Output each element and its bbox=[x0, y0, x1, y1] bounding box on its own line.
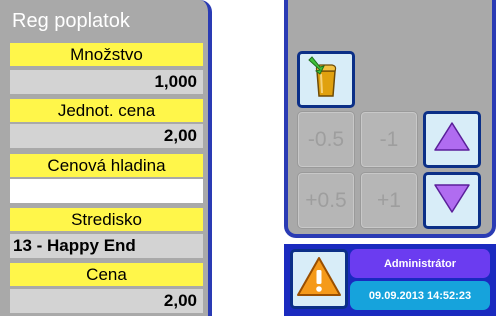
unit-price-field[interactable]: 2,00 bbox=[10, 124, 203, 148]
minus-half-button[interactable]: -0.5 bbox=[297, 111, 355, 168]
price-level-field[interactable] bbox=[10, 179, 203, 203]
datetime-badge: 09.09.2013 14:52:23 bbox=[350, 281, 490, 310]
cost-center-label: Stredisko bbox=[10, 208, 203, 231]
warning-button[interactable] bbox=[290, 249, 348, 309]
scroll-up-button[interactable] bbox=[423, 111, 481, 168]
triangle-up-icon bbox=[433, 121, 471, 158]
plus-one-button[interactable]: +1 bbox=[360, 172, 418, 229]
price-level-label: Cenová hladina bbox=[10, 154, 203, 177]
price-field[interactable]: 2,00 bbox=[10, 289, 203, 313]
fee-form-panel: Reg poplatok Množstvo 1,000 Jednot. cena… bbox=[0, 0, 212, 316]
unit-price-label: Jednot. cena bbox=[10, 99, 203, 122]
triangle-down-icon bbox=[433, 182, 471, 219]
shopping-bag-icon bbox=[306, 55, 346, 104]
quantity-field[interactable]: 1,000 bbox=[10, 70, 203, 94]
scroll-down-button[interactable] bbox=[423, 172, 481, 229]
minus-one-button[interactable]: -1 bbox=[360, 111, 418, 168]
warning-icon bbox=[295, 255, 343, 304]
quantity-label: Množstvo bbox=[10, 43, 203, 66]
plus-half-button[interactable]: +0.5 bbox=[297, 172, 355, 229]
add-to-basket-button[interactable] bbox=[297, 51, 355, 108]
form-title: Reg poplatok bbox=[12, 10, 130, 32]
user-badge[interactable]: Administrátor bbox=[350, 249, 490, 278]
cost-center-field[interactable]: 13 - Happy End bbox=[10, 234, 203, 258]
price-label: Cena bbox=[10, 263, 203, 286]
